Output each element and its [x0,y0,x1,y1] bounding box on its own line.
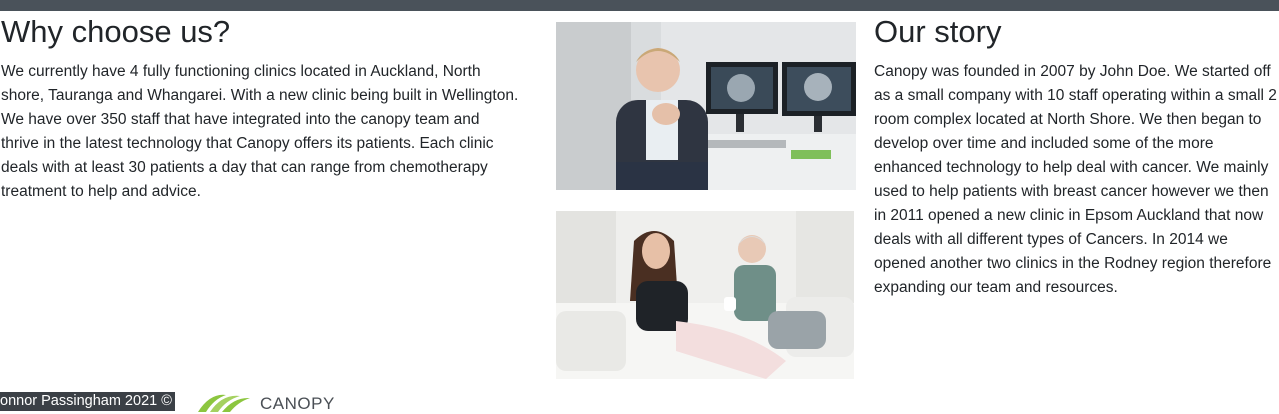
canopy-logo[interactable]: CANOPY [196,389,346,413]
why-choose-us-section: Why choose us? We currently have 4 fully… [1,14,521,204]
why-choose-us-heading: Why choose us? [1,14,231,49]
our-story-section: Our story Canopy was founded in 2007 by … [874,14,1279,300]
top-bar [0,0,1279,11]
footer: onnor Passingham 2021 © CANOPY [0,387,420,413]
canopy-leaf-icon [198,394,250,412]
why-choose-us-text: We currently have 4 fully functioning cl… [1,63,519,200]
our-story-heading: Our story [874,14,1002,49]
our-story-text: Canopy was founded in 2007 by John Doe. … [874,63,1277,296]
canopy-logo-text: CANOPY [260,394,335,413]
doctor-with-scans-photo [556,22,856,190]
copyright-text: onnor Passingham 2021 © [0,392,175,411]
patients-conversation-photo [556,211,854,379]
